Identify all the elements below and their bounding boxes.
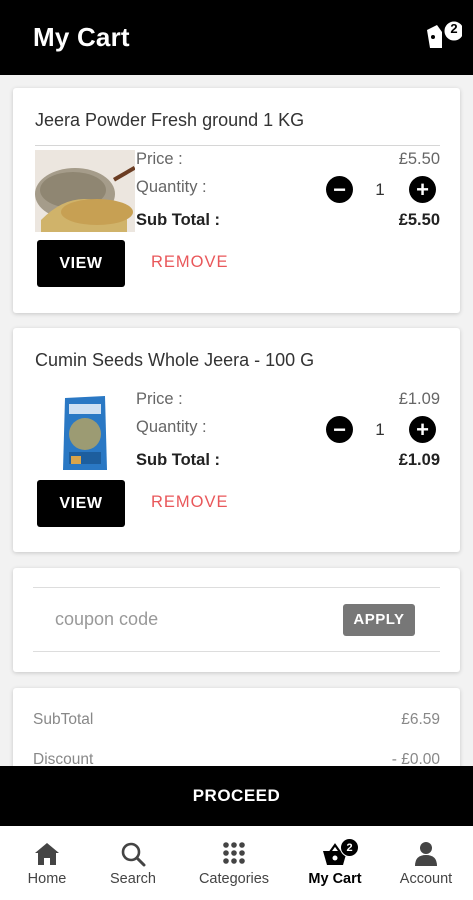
minus-icon: − xyxy=(333,177,346,202)
item-title: Jeera Powder Fresh ground 1 KG xyxy=(35,110,305,130)
coupon-code-input[interactable] xyxy=(33,596,333,642)
subtotal-value: £5.50 xyxy=(398,211,440,229)
increase-quantity-button[interactable]: + xyxy=(409,176,436,203)
product-image[interactable] xyxy=(35,150,135,232)
divider xyxy=(35,145,440,146)
decrease-quantity-button[interactable]: − xyxy=(326,176,353,203)
price-label: Price : xyxy=(136,390,183,408)
plus-icon: + xyxy=(416,417,429,442)
page-title: My Cart xyxy=(33,22,130,52)
remove-button[interactable]: REMOVE xyxy=(151,253,229,272)
nav-home[interactable]: Home xyxy=(0,826,94,900)
nav-label: Account xyxy=(399,871,453,887)
cart-count-badge: 2 xyxy=(450,21,458,36)
cart-item-card: Jeera Powder Fresh ground 1 KG Price : £… xyxy=(13,88,460,313)
nav-label: My Cart xyxy=(308,871,362,887)
home-icon xyxy=(35,843,59,865)
header-cart-button[interactable]: 2 xyxy=(424,18,462,52)
nav-search[interactable]: Search xyxy=(86,826,180,900)
minus-icon: − xyxy=(333,417,346,442)
decrease-quantity-button[interactable]: − xyxy=(326,416,353,443)
summary-subtotal-label: SubTotal xyxy=(33,711,94,728)
subtotal-label: Sub Total : xyxy=(136,451,221,469)
quantity-value: 1 xyxy=(375,180,385,199)
subtotal-label: Sub Total : xyxy=(136,211,221,229)
nav-label: Categories xyxy=(198,871,270,887)
increase-quantity-button[interactable]: + xyxy=(409,416,436,443)
quantity-label: Quantity : xyxy=(136,178,207,196)
nav-account[interactable]: Account xyxy=(379,826,473,900)
remove-button[interactable]: REMOVE xyxy=(151,493,229,512)
price-label: Price : xyxy=(136,150,183,168)
nav-label: Search xyxy=(110,871,156,887)
proceed-button[interactable]: PROCEED xyxy=(0,766,473,826)
quantity-value: 1 xyxy=(375,420,385,439)
item-title: Cumin Seeds Whole Jeera - 100 G xyxy=(35,350,315,370)
view-button[interactable]: VIEW xyxy=(37,480,125,527)
price-value: £1.09 xyxy=(398,390,440,408)
view-button[interactable]: VIEW xyxy=(37,240,125,287)
person-icon xyxy=(415,842,437,866)
nav-label: Home xyxy=(27,871,67,887)
plus-icon: + xyxy=(416,177,429,202)
price-value: £5.50 xyxy=(398,150,440,168)
product-image[interactable] xyxy=(35,390,135,472)
summary-subtotal-value: £6.59 xyxy=(401,711,440,728)
grid-icon xyxy=(223,842,245,864)
coupon-card: APPLY xyxy=(13,568,460,672)
nav-my-cart[interactable]: 2 My Cart xyxy=(288,826,382,900)
cart-count-badge: 2 xyxy=(340,838,359,857)
divider xyxy=(33,587,440,588)
bottom-navigation: Home Search Categories 2 My Cart Account xyxy=(0,826,473,900)
subtotal-value: £1.09 xyxy=(398,451,440,469)
app-header: My Cart 2 xyxy=(0,0,473,75)
nav-categories[interactable]: Categories xyxy=(187,826,281,900)
cart-item-card: Cumin Seeds Whole Jeera - 100 G Price : … xyxy=(13,328,460,552)
quantity-label: Quantity : xyxy=(136,418,207,436)
search-icon xyxy=(121,842,146,867)
divider xyxy=(33,651,440,652)
apply-coupon-button[interactable]: APPLY xyxy=(343,604,415,636)
